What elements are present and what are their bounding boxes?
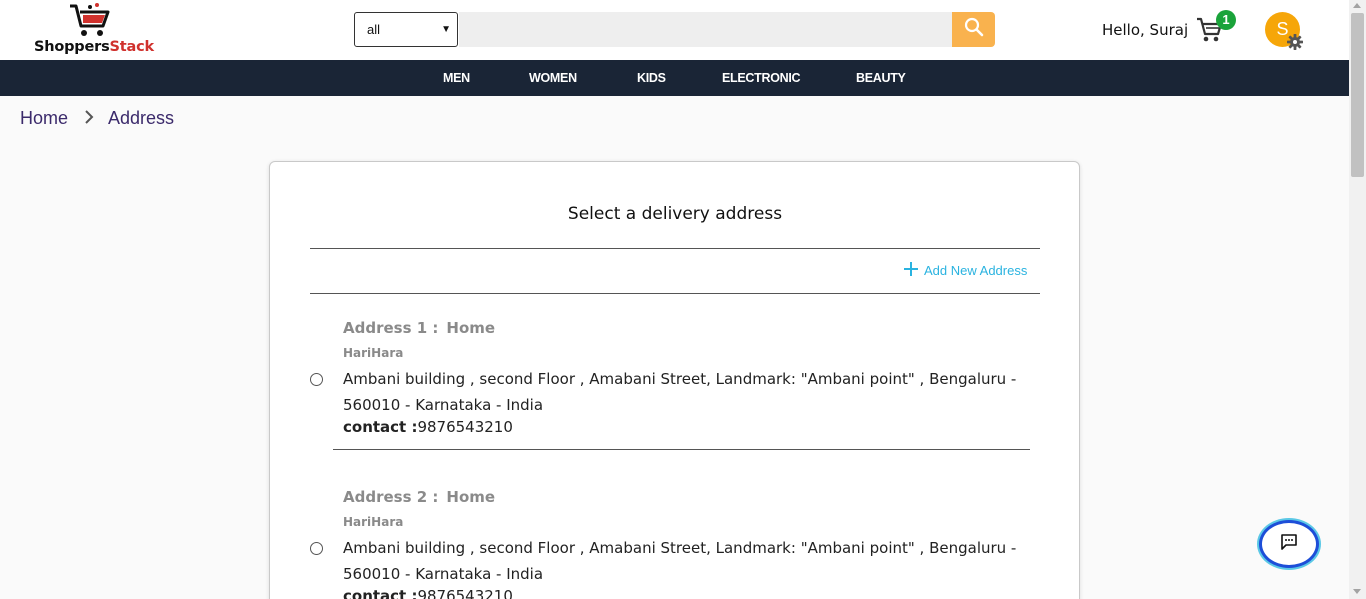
breadcrumb-home[interactable]: Home <box>20 108 68 129</box>
address-card: Select a delivery address Add New Addres… <box>269 161 1080 599</box>
breadcrumb-current: Address <box>108 108 175 128</box>
address-label: Address 2 : <box>343 488 439 506</box>
chat-icon <box>1280 533 1298 555</box>
gear-icon[interactable] <box>1286 33 1304 56</box>
divider <box>310 293 1040 294</box>
search-category-select[interactable]: all ▼ <box>354 12 458 47</box>
contact-number: 9876543210 <box>417 587 513 599</box>
address-type: Home <box>446 319 496 337</box>
plus-icon <box>904 262 918 278</box>
chevron-right-icon <box>84 110 94 127</box>
nav-item-kids[interactable]: KIDS <box>637 60 666 96</box>
add-new-address-label: Add New Address <box>924 262 1028 278</box>
divider <box>333 449 1030 450</box>
address-heading: Address 1 : Home <box>343 319 495 337</box>
address-label: Address 1 : <box>343 319 439 337</box>
chevron-down-icon: ▼ <box>441 24 451 35</box>
address-heading: Address 2 : Home <box>343 488 495 506</box>
nav-item-beauty[interactable]: BEAUTY <box>856 60 906 96</box>
header: ShoppersStack all ▼ Hello, Suraj 1 S <box>0 0 1349 60</box>
user-greeting: Hello, Suraj <box>1102 21 1189 39</box>
address-radio[interactable] <box>310 542 323 555</box>
contact-label: contact : <box>343 418 418 436</box>
cart-count-badge: 1 <box>1216 10 1236 30</box>
nav-item-men[interactable]: MEN <box>443 60 470 96</box>
page-title: Select a delivery address <box>567 204 783 224</box>
search-category-value: all <box>367 22 381 37</box>
address-name: HariHara <box>343 346 404 360</box>
divider <box>310 248 1040 249</box>
logo-text: ShoppersStack <box>34 39 154 55</box>
address-radio[interactable] <box>310 373 323 386</box>
address-line: Ambani building , second Floor , Amabani… <box>343 539 1017 583</box>
contact-number: 9876543210 <box>417 418 513 436</box>
category-nav: MEN WOMEN KIDS ELECTRONIC BEAUTY <box>0 60 1349 96</box>
contact-label: contact : <box>343 587 418 599</box>
logo[interactable]: ShoppersStack <box>32 2 162 58</box>
address-contact: contact :9876543210 <box>343 418 513 436</box>
search-input[interactable] <box>459 12 953 47</box>
breadcrumb: Home Address <box>20 108 174 129</box>
scroll-down-arrow[interactable] <box>1353 589 1361 594</box>
nav-item-electronic[interactable]: ELECTRONIC <box>722 60 801 96</box>
address-name: HariHara <box>343 515 404 529</box>
chat-button[interactable] <box>1259 520 1319 568</box>
address-contact: contact :9876543210 <box>343 587 513 599</box>
search-icon <box>964 17 984 42</box>
address-line: Ambani building , second Floor , Amabani… <box>343 370 1017 414</box>
scroll-up-arrow[interactable] <box>1353 3 1361 8</box>
address-type: Home <box>446 488 496 506</box>
add-new-address-button[interactable]: Add New Address <box>904 262 1027 278</box>
logo-text-part1: Shoppers <box>34 39 110 55</box>
scroll-thumb[interactable] <box>1351 13 1364 177</box>
vertical-scrollbar[interactable] <box>1349 0 1366 599</box>
logo-text-part2: Stack <box>109 39 155 55</box>
nav-item-women[interactable]: WOMEN <box>529 60 577 96</box>
search-button[interactable] <box>952 12 995 47</box>
